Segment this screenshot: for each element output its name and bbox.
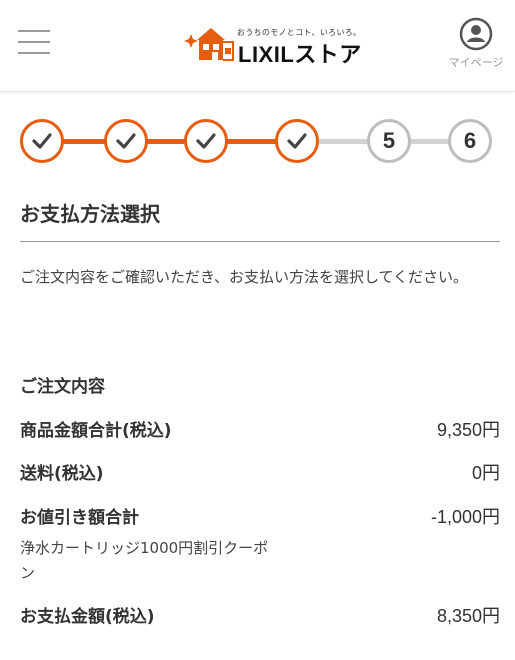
- subtotal-label: 商品金額合計(税込): [20, 421, 172, 441]
- check-icon: [32, 133, 52, 149]
- subtotal-value: 9,350円: [436, 420, 500, 440]
- total-row: お支払金額(税込) 8,350円: [20, 600, 500, 630]
- lixil-house-sparkle-logo: [184, 28, 234, 61]
- discount-value: -1,000円: [430, 507, 500, 527]
- checkout-progress-stepper: 5 6: [20, 118, 495, 164]
- step-6: 6: [448, 119, 492, 163]
- check-icon: [287, 133, 307, 149]
- intro-text: ご注文内容をご確認いただき、お支払い方法を選択してください。: [20, 268, 469, 286]
- step-3-complete: [184, 119, 228, 163]
- page-title: お支払方法選択: [20, 202, 160, 226]
- step-5: 5: [367, 119, 411, 163]
- order-summary-heading: ご注文内容: [20, 377, 105, 397]
- check-icon: [196, 133, 216, 149]
- discount-label: お値引き額合計: [20, 508, 139, 528]
- site-logo[interactable]: おうちのモノとコト、いろいろ。 LIXILストア: [183, 22, 361, 67]
- hamburger-menu-icon[interactable]: [18, 30, 50, 56]
- logo-wordmark: LIXILストア: [238, 42, 362, 67]
- step-2-complete: [104, 119, 148, 163]
- step-1-complete: [20, 119, 64, 163]
- shipping-label: 送料(税込): [20, 464, 104, 484]
- total-value: 8,350円: [436, 606, 500, 626]
- subtotal-row: 商品金額合計(税込) 9,350円: [20, 414, 500, 444]
- shipping-value: 0円: [471, 463, 500, 483]
- user-circle-icon: [459, 17, 493, 51]
- step-4-complete: [275, 119, 319, 163]
- title-divider: [20, 241, 500, 242]
- coupon-name: 浄水カートリッジ1000円割引クーポン: [20, 539, 269, 582]
- mypage-label: マイページ: [448, 56, 504, 69]
- shipping-row: 送料(税込) 0円: [20, 457, 500, 487]
- step-6-number: 6: [463, 128, 477, 153]
- mypage-button[interactable]: マイページ: [444, 17, 508, 69]
- total-label: お支払金額(税込): [20, 607, 155, 627]
- site-header: おうちのモノとコト、いろいろ。 LIXILストア マイページ: [0, 0, 515, 92]
- check-icon: [116, 133, 136, 149]
- step-5-number: 5: [382, 128, 396, 153]
- discount-row: お値引き額合計 -1,000円: [20, 501, 500, 531]
